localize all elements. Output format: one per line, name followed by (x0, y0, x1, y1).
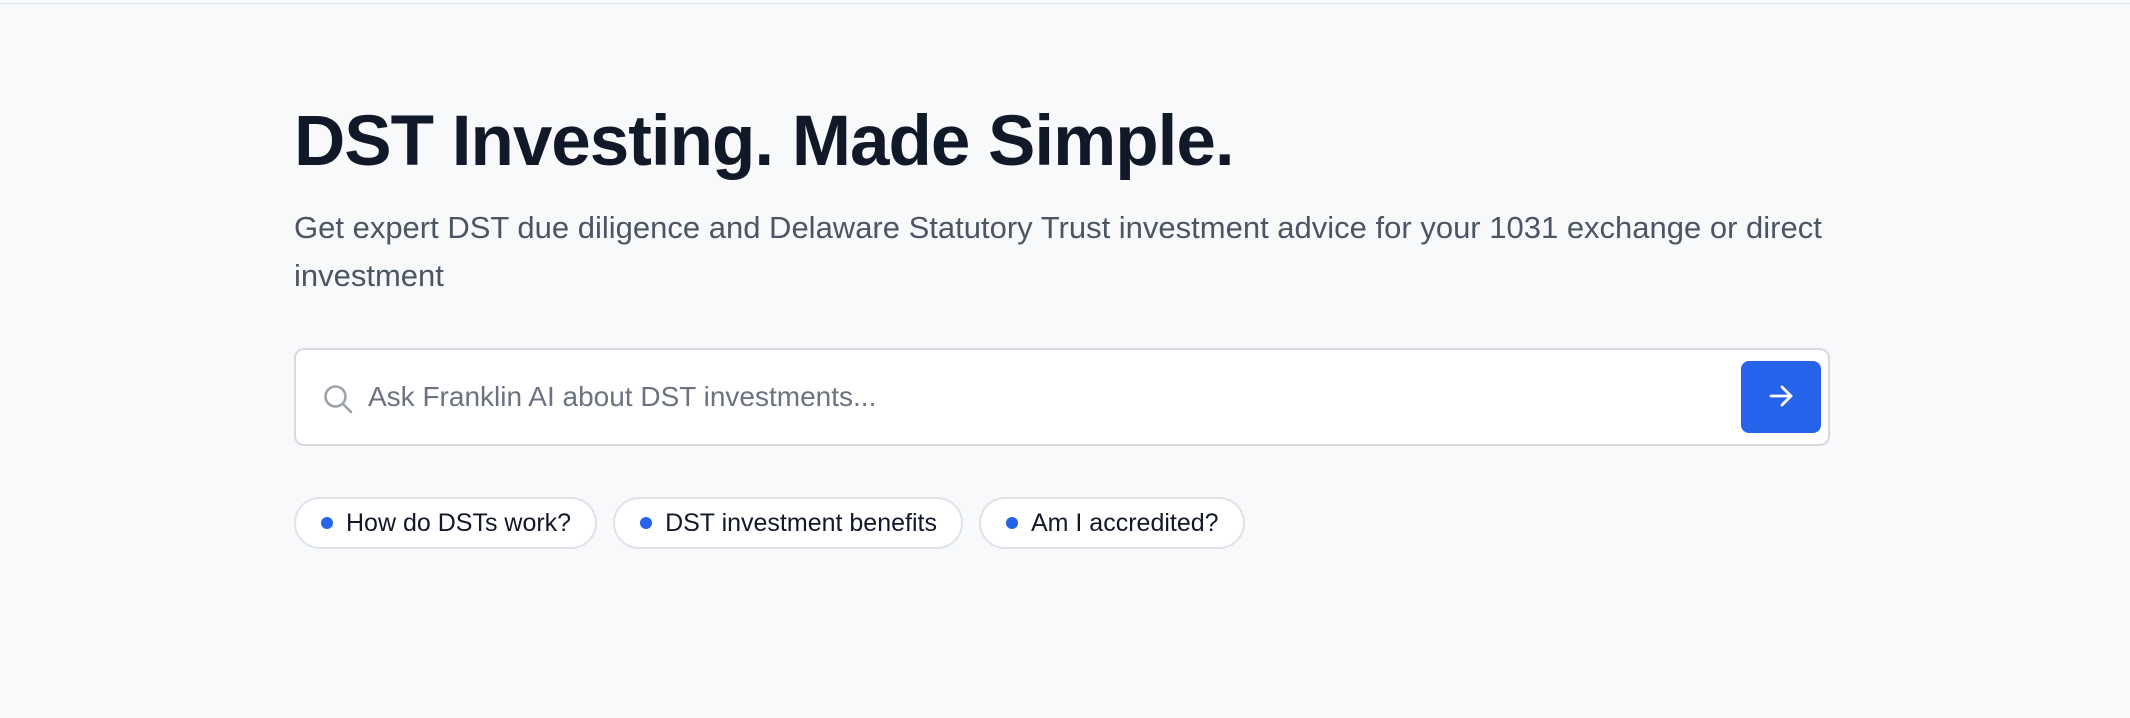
bullet-dot-icon (640, 517, 653, 529)
suggestion-chip-dst-benefits[interactable]: DST investment benefits (613, 497, 963, 549)
suggestion-chip-label: How do DSTs work? (346, 508, 572, 537)
hero-section: DST Investing. Made Simple. Get expert D… (294, 96, 1830, 300)
submit-search-button[interactable] (1741, 361, 1821, 433)
suggestion-chip-label: Am I accredited? (1030, 508, 1219, 537)
bullet-dot-icon (321, 517, 333, 529)
suggestion-chip-accredited[interactable]: Am I accredited? (978, 497, 1245, 549)
bullet-dot-icon (1005, 517, 1018, 529)
search-icon (322, 383, 354, 415)
suggestion-chips: How do DSTs work? DST investment benefit… (294, 497, 1245, 549)
suggestion-chip-how-dsts-work[interactable]: How do DSTs work? (294, 497, 598, 549)
page-subtitle: Get expert DST due diligence and Delawar… (294, 210, 1822, 293)
arrow-right-icon (1766, 381, 1796, 414)
search-input[interactable] (368, 368, 1688, 426)
page-title: DST Investing. Made Simple. (294, 102, 1235, 181)
top-divider (0, 3, 2130, 4)
search-bar (294, 348, 1830, 446)
suggestion-chip-label: DST investment benefits (665, 508, 937, 537)
